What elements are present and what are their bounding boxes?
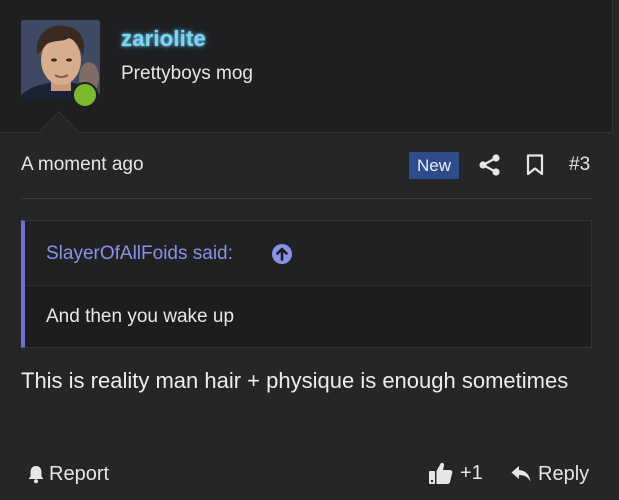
report-label: Report: [49, 462, 110, 485]
arrow-up-circle-icon[interactable]: [271, 243, 293, 270]
bell-icon: [28, 466, 44, 484]
reply-arrow-icon: [511, 466, 531, 482]
reply-label: Reply: [538, 462, 590, 485]
post-meta: A moment ago New #3: [21, 150, 593, 182]
divider: [21, 198, 593, 199]
report-button[interactable]: Report: [26, 461, 109, 487]
reply-button[interactable]: Reply: [510, 461, 589, 487]
post-timestamp[interactable]: A moment ago: [21, 154, 144, 176]
share-icon[interactable]: [478, 153, 502, 182]
quote-header: SlayerOfAllFoids said:: [25, 221, 591, 286]
post-message: This is reality man hair + physique is e…: [21, 368, 569, 393]
user-title: Prettyboys mog: [121, 63, 253, 84]
new-badge: New: [409, 152, 460, 179]
online-status-indicator: [72, 82, 98, 108]
quote-author-link[interactable]: SlayerOfAllFoids said:: [46, 243, 233, 265]
like-button[interactable]: +1: [428, 460, 483, 486]
username-link[interactable]: zariolite: [121, 26, 206, 52]
bookmark-icon[interactable]: [526, 154, 544, 181]
quote-block: SlayerOfAllFoids said: And then you wake…: [21, 220, 592, 348]
thumbs-up-icon: [429, 462, 453, 484]
like-count: +1: [460, 461, 483, 484]
user-info-panel: zariolite Prettyboys mog: [0, 0, 613, 133]
quote-text: And then you wake up: [46, 306, 235, 327]
post-number-link[interactable]: #3: [569, 154, 590, 176]
